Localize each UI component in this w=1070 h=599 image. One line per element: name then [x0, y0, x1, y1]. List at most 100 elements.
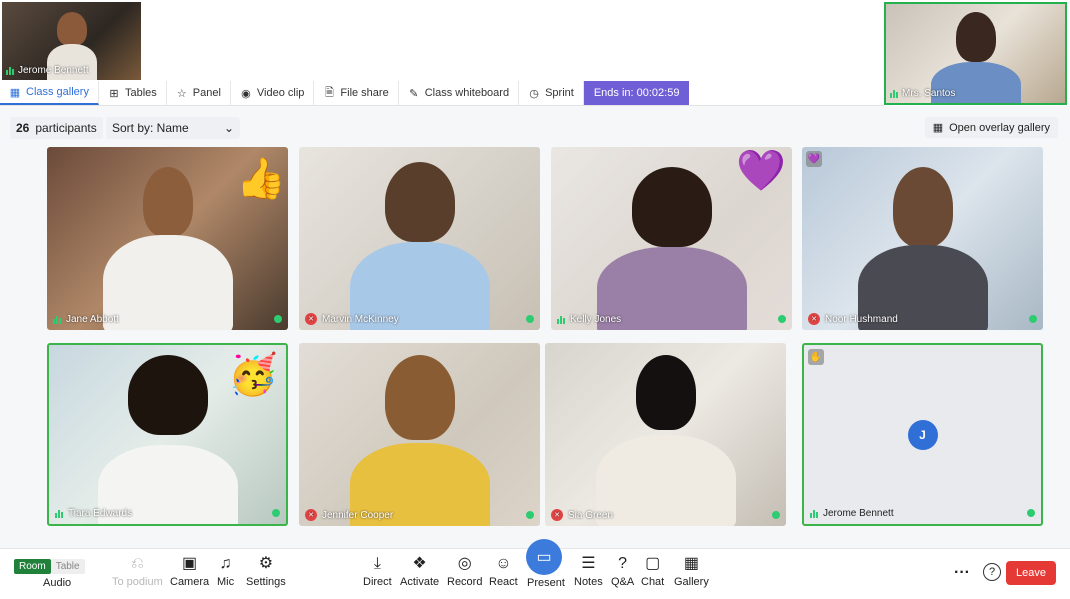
tables-icon: ⊞ — [109, 87, 119, 100]
mic-button[interactable]: ♫ Mic — [217, 555, 234, 588]
participant-tile[interactable]: ✋ J Jerome Bennett — [802, 343, 1043, 526]
mic-muted-icon: ✕ — [551, 509, 563, 521]
participant-figure — [384, 355, 455, 440]
online-status-dot — [526, 315, 534, 323]
notes-button[interactable]: ☰ Notes — [574, 555, 603, 588]
participant-tile[interactable]: 💜 ✕ Noor Hushmand — [802, 147, 1043, 330]
audio-level-icon — [6, 66, 14, 75]
participant-tile[interactable]: 🥳 Tiara Edwards — [47, 343, 288, 526]
participant-name: Jerome Bennett — [823, 508, 894, 519]
audio-level-icon — [890, 89, 898, 98]
activate-icon: ❖ — [412, 555, 427, 572]
activate-button[interactable]: ❖ Activate — [400, 555, 439, 588]
audio-level-icon — [53, 315, 61, 324]
self-name: Jerome Bennett — [18, 65, 89, 76]
gallery-button[interactable]: ▦ Gallery — [674, 555, 709, 588]
participant-count: 26 participants — [10, 117, 103, 139]
participant-figure — [892, 167, 953, 247]
help-icon[interactable]: ? — [983, 563, 1001, 581]
participant-tile[interactable]: ✕ Jennifer Cooper — [299, 343, 540, 526]
teacher-video-thumbnail[interactable]: Mrs. Santos — [884, 2, 1067, 105]
record-icon: ◎ — [457, 555, 472, 572]
mic-muted-icon: ✕ — [808, 313, 820, 325]
participant-body — [595, 435, 736, 526]
teacher-name: Mrs. Santos — [902, 88, 956, 99]
participant-tile[interactable]: ✕ Marvin McKinney — [299, 147, 540, 330]
audio-level-icon — [557, 315, 565, 324]
to-podium-button[interactable]: ⎌ To podium — [112, 555, 163, 588]
chat-icon: ▢ — [645, 555, 661, 572]
file-icon: 🗎 — [324, 86, 334, 99]
raised-hand-icon: ✋ — [808, 349, 824, 365]
audio-level-icon — [810, 509, 818, 518]
leave-button[interactable]: Leave — [1006, 561, 1056, 585]
tab-video-clip[interactable]: ◉ Video clip — [231, 81, 315, 105]
table-audio-option[interactable]: Table — [50, 559, 85, 574]
online-status-dot — [274, 315, 282, 323]
participant-name: Kelly Jones — [570, 314, 622, 325]
sprint-timer: Ends in: 00:02:59 — [583, 81, 690, 105]
more-options-icon[interactable]: ··· — [954, 564, 970, 582]
participant-figure — [631, 167, 712, 247]
podium-icon: ⎌ — [130, 555, 144, 572]
gear-icon: ⚙ — [258, 555, 274, 572]
participant-figure — [384, 162, 455, 242]
mic-muted-icon: ✕ — [305, 509, 317, 521]
mic-muted-icon: ✕ — [305, 313, 317, 325]
participant-figure — [635, 355, 696, 430]
teacher-video-figure — [955, 12, 996, 62]
participant-name: Sia Green — [568, 509, 614, 521]
participant-tile[interactable]: 👍 Jane Abbott — [47, 147, 288, 330]
whiteboard-icon: ✎ — [409, 87, 419, 100]
online-status-dot — [1029, 315, 1037, 323]
tab-sprint[interactable]: ◷ Sprint — [519, 81, 584, 105]
self-video-thumbnail[interactable]: Jerome Bennett — [2, 2, 141, 80]
party-face-reaction-icon: 🥳 — [228, 353, 278, 397]
direct-button[interactable]: ⤓ Direct — [363, 555, 392, 588]
meeting-toolbar: Room Table Audio ⎌ To podium ▣ Camera ♫ … — [0, 539, 1070, 599]
audio-label: Audio — [43, 577, 72, 589]
tab-file-share[interactable]: 🗎 File share — [314, 81, 399, 105]
present-button[interactable]: ▭ — [526, 539, 562, 575]
chat-button[interactable]: ▢ Chat — [641, 555, 664, 588]
purple-heart-reaction-icon: 💜 — [736, 149, 786, 193]
participant-name: Marvin McKinney — [322, 313, 399, 325]
camera-icon: ▣ — [182, 555, 198, 572]
open-overlay-gallery-button[interactable]: ▦ Open overlay gallery — [924, 117, 1058, 138]
participant-figure — [127, 355, 208, 435]
grid-icon: ▦ — [9, 86, 21, 99]
participant-name: Tiara Edwards — [68, 508, 133, 519]
timer-icon: ◷ — [529, 87, 539, 100]
self-video-figure — [56, 12, 87, 46]
present-screen-icon: ▭ — [536, 549, 552, 566]
online-status-dot — [1027, 509, 1035, 517]
chevron-down-icon: ⌄ — [223, 121, 234, 135]
participant-name: Jane Abbott — [66, 314, 119, 325]
react-button[interactable]: ☺ React — [489, 555, 518, 588]
tab-tables[interactable]: ⊞ Tables — [99, 81, 167, 105]
tab-class-gallery[interactable]: ▦ Class gallery — [0, 81, 99, 105]
tab-class-whiteboard[interactable]: ✎ Class whiteboard — [399, 81, 520, 105]
grid-icon: ▦ — [932, 122, 944, 134]
present-label: Present — [527, 577, 565, 589]
activity-tabs: ▦ Class gallery ⊞ Tables ☆ Panel ◉ Video… — [0, 81, 884, 106]
notes-icon: ☰ — [581, 555, 596, 572]
question-bubble-icon: ? — [618, 555, 628, 572]
tab-panel[interactable]: ☆ Panel — [167, 81, 231, 105]
participant-figure — [142, 167, 193, 237]
star-icon: ☆ — [176, 87, 187, 100]
camera-button[interactable]: ▣ Camera — [170, 555, 209, 588]
participant-name: Noor Hushmand — [825, 313, 898, 325]
play-circle-icon: ◉ — [241, 87, 251, 100]
participant-tile[interactable]: ✕ Sia Green — [545, 343, 786, 526]
mic-icon: ♫ — [219, 555, 232, 572]
smiley-icon: ☺ — [495, 555, 512, 572]
heart-badge-icon: 💜 — [806, 151, 822, 167]
room-audio-option[interactable]: Room — [14, 559, 51, 574]
participant-tile[interactable]: 💜 Kelly Jones — [551, 147, 792, 330]
qa-button[interactable]: ? Q&A — [611, 555, 634, 588]
audio-mode-toggle[interactable]: Room Table — [14, 559, 85, 574]
settings-button[interactable]: ⚙ Settings — [246, 555, 286, 588]
record-button[interactable]: ◎ Record — [447, 555, 482, 588]
sort-dropdown[interactable]: Sort by: Name ⌄ — [106, 117, 240, 139]
